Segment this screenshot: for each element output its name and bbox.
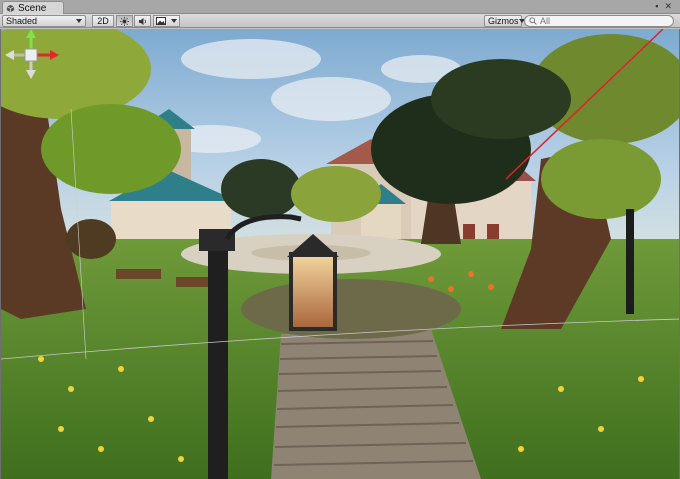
y-axis-cone[interactable]: [26, 29, 36, 38]
gizmos-label: Gizmos: [488, 16, 519, 26]
scene-icon: [6, 4, 15, 12]
toggle-2d-button[interactable]: 2D: [92, 15, 114, 27]
draw-mode-label: Shaded: [6, 16, 38, 26]
tab-scene-label: Scene: [18, 2, 47, 14]
neg-x-axis-cone[interactable]: [5, 50, 14, 60]
x-axis-cone[interactable]: [50, 50, 59, 60]
gizmo-center-cube[interactable]: [24, 48, 38, 62]
editor-tab-bar: Scene ▪ ✕: [0, 0, 680, 14]
toggle-2d-label: 2D: [97, 16, 109, 26]
scene-search-input[interactable]: [537, 16, 667, 26]
scene-audio-button[interactable]: [134, 15, 151, 27]
neg-y-axis-cone[interactable]: [26, 70, 36, 79]
scene-viewport[interactable]: [0, 29, 680, 479]
scene-search[interactable]: [524, 15, 674, 27]
search-icon: [529, 17, 537, 25]
draw-mode-dropdown[interactable]: Shaded: [2, 15, 86, 27]
scene-toolbar: Shaded 2D Gizmos: [0, 14, 680, 28]
sun-icon: [120, 16, 129, 26]
gizmos-dropdown[interactable]: Gizmos: [484, 15, 525, 27]
maximize-icon[interactable]: ▪: [655, 1, 658, 12]
close-icon[interactable]: ✕: [664, 1, 672, 12]
scene-orientation-gizmo[interactable]: [1, 29, 61, 81]
image-icon: [156, 17, 167, 25]
window-controls: ▪ ✕: [655, 1, 672, 12]
tab-scene[interactable]: Scene: [2, 1, 64, 14]
scene-lighting-button[interactable]: [116, 15, 133, 27]
scene-render: [1, 29, 679, 479]
scene-effects-dropdown[interactable]: [153, 15, 180, 27]
speaker-icon: [138, 17, 146, 25]
chevron-down-icon: [170, 19, 177, 23]
chevron-down-icon: [76, 19, 82, 23]
